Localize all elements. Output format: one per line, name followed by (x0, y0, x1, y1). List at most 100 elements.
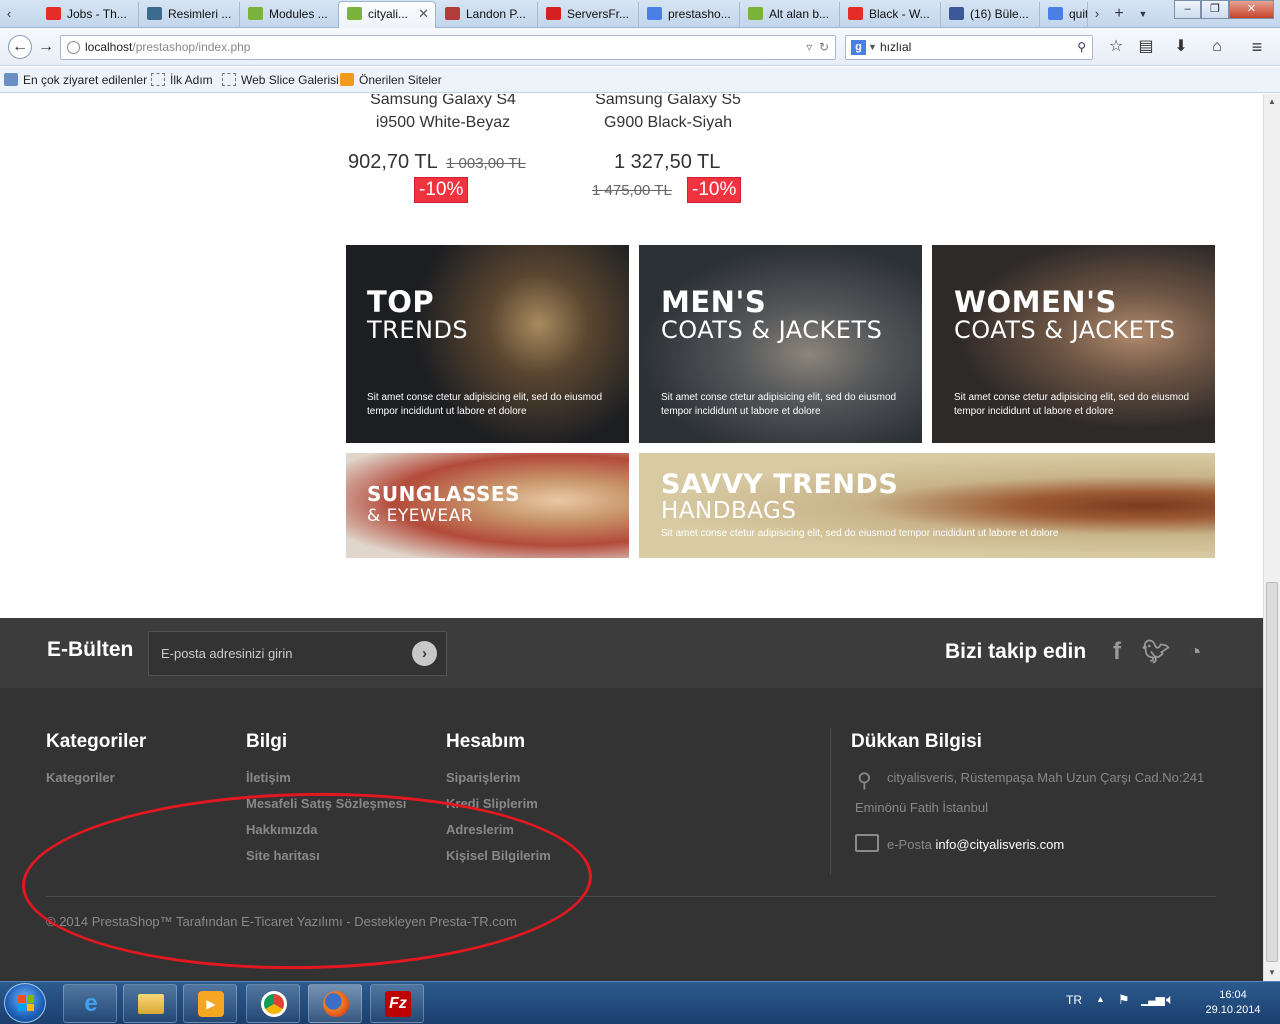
store-email-line: e-Posta info@cityalisveris.com (887, 837, 1064, 852)
product-name-line: i9500 White-Beyaz (375, 114, 511, 131)
product-price: 902,70 TL (348, 151, 438, 173)
banner-title: WOMEN'S (954, 285, 1117, 319)
scroll-up-icon[interactable]: ▲ (1264, 94, 1280, 110)
bookmark-item[interactable]: Önerilen Siteler (340, 73, 442, 87)
banner-savvy-trends[interactable]: SAVVY TRENDS HANDBAGS Sit amet conse cte… (639, 453, 1215, 558)
tab[interactable]: Black - W... (840, 2, 941, 28)
newsletter-email-input[interactable]: E-posta adresinizi girin › (148, 631, 447, 676)
home-icon[interactable]: ⌂ (1206, 37, 1228, 57)
search-bar[interactable]: g ▼ hızlıal ⚲ (845, 35, 1093, 60)
tab[interactable]: Resimleri ... (139, 2, 240, 28)
follow-us-title: Bizi takip edin (945, 640, 1087, 663)
store-address-line: Eminönü Fatih İstanbul (855, 800, 988, 815)
bookmark-item[interactable]: Web Slice Galerisi (222, 73, 339, 87)
firefox-glyph (323, 991, 349, 1017)
product-price: 1 327,50 TL (614, 151, 721, 173)
banner-mens-coats[interactable]: MEN'S COATS & JACKETS Sit amet conse cte… (639, 245, 922, 443)
new-tab-icon[interactable]: + (1110, 4, 1128, 24)
chrome-icon[interactable] (246, 984, 300, 1023)
close-window-icon[interactable]: ✕ (1228, 0, 1274, 19)
bookmarks-menu-icon[interactable]: ▤ (1135, 37, 1157, 57)
footer-categories-title: Kategoriler (46, 731, 147, 752)
network-signal-icon[interactable]: ▁▃▅ (1141, 992, 1165, 1006)
youtube-icon (848, 7, 863, 20)
scrollbar-thumb[interactable] (1266, 582, 1278, 962)
chevron-down-icon[interactable]: ▼ (868, 36, 877, 59)
action-center-flag-icon[interactable]: ⚑ (1118, 992, 1130, 1008)
tab-scroll-left-icon[interactable]: ‹ (0, 4, 18, 24)
banner-description-line: tempor incididunt ut labore et dolore (367, 406, 527, 417)
footer-link[interactable]: Kategoriler (46, 770, 115, 785)
bookmark-item[interactable]: İlk Adım (151, 73, 213, 87)
tab[interactable]: (16) Büle... (941, 2, 1040, 28)
close-tab-icon[interactable]: ✕ (418, 2, 429, 26)
twitter-icon[interactable]: 🐦︎ (1142, 638, 1170, 666)
envelope-icon (855, 834, 879, 852)
prestashop-icon (748, 7, 763, 20)
google-icon (1048, 7, 1063, 20)
tab[interactable]: ServersFr... (538, 2, 639, 28)
product-name[interactable]: Samsung Galaxy S4 i9500 White-Beyaz (343, 94, 543, 134)
submit-arrow-icon[interactable]: › (412, 641, 437, 666)
firefox-icon[interactable] (308, 984, 362, 1023)
prestashop-icon (347, 7, 362, 20)
footer-link[interactable]: Siparişlerim (446, 770, 520, 785)
facebook-icon[interactable]: f (1104, 638, 1130, 666)
tab[interactable]: Modules ... (240, 2, 340, 28)
bookmark-star-icon[interactable]: ☆ (1105, 37, 1127, 57)
chrome-glyph (261, 991, 287, 1017)
language-indicator[interactable]: TR (1066, 993, 1082, 1007)
media-player-icon[interactable]: ▶ (183, 984, 237, 1023)
forward-icon[interactable]: → (36, 37, 56, 57)
bookmark-item[interactable]: En çok ziyaret edilenler (4, 73, 147, 87)
internet-explorer-icon[interactable]: e (63, 984, 117, 1023)
window-controls: – ❐ ✕ (1174, 0, 1274, 19)
url-dropdown-reload-icon[interactable]: ▿ ↻ (806, 36, 829, 59)
banner-sunglasses[interactable]: SUNGLASSES & EYEWEAR (346, 453, 629, 558)
banner-description: Sit amet conse ctetur adipisicing elit, … (367, 391, 602, 419)
google-search-engine-icon[interactable]: g (851, 40, 866, 55)
facebook-icon (949, 7, 964, 20)
search-icon[interactable]: ⚲ (1077, 36, 1086, 59)
footer-divider (830, 728, 831, 874)
tab-label: (16) Büle... (970, 7, 1029, 21)
map-pin-icon: ⚲ (857, 770, 872, 792)
banner-subtitle: TRENDS (367, 316, 469, 344)
image-host-icon (147, 7, 162, 20)
tab[interactable]: Jobs - Th... (38, 2, 139, 28)
tray-expand-icon[interactable]: ▲ (1096, 994, 1105, 1004)
back-icon[interactable]: ← (8, 35, 32, 59)
store-email-link[interactable]: info@cityalisveris.com (935, 837, 1064, 852)
scroll-down-icon[interactable]: ▼ (1264, 965, 1280, 981)
menu-icon[interactable]: ≡ (1246, 37, 1268, 57)
discount-badge: -10% (687, 177, 742, 203)
filezilla-icon[interactable]: Fz (370, 984, 424, 1023)
tab-label: Modules ... (269, 7, 328, 21)
start-button[interactable] (4, 983, 46, 1023)
vertical-scrollbar[interactable]: ▲ ▼ (1263, 94, 1280, 981)
tab-scroll-right-icon[interactable]: › (1088, 4, 1106, 24)
downloads-icon[interactable]: ⬇ (1170, 37, 1192, 57)
volume-icon[interactable]: 🔈︎ (1166, 991, 1174, 1008)
file-explorer-icon[interactable] (123, 984, 177, 1023)
tab[interactable]: prestasho... (639, 2, 740, 28)
tab[interactable]: Landon P... (437, 2, 538, 28)
banner-womens-coats[interactable]: WOMEN'S COATS & JACKETS Sit amet conse c… (932, 245, 1215, 443)
footer-link[interactable]: İletişim (246, 770, 291, 785)
tab-list-icon[interactable]: ▼ (1134, 4, 1152, 24)
search-input[interactable]: hızlıal (880, 40, 911, 54)
rss-icon[interactable]: ◔ (1182, 638, 1208, 666)
tab-active[interactable]: cityali... ✕ (338, 1, 436, 29)
tab-label: Landon P... (466, 7, 526, 21)
google-icon (647, 7, 662, 20)
tab[interactable]: Alt alan b... (740, 2, 840, 28)
clock[interactable]: 16:04 29.10.2014 (1200, 988, 1266, 1018)
windows-logo-icon (18, 995, 34, 1011)
folder-glyph (138, 994, 164, 1014)
product-name[interactable]: Samsung Galaxy S5 G900 Black-Siyah (568, 94, 768, 134)
url-bar[interactable]: localhost/prestashop/index.php ▿ ↻ (60, 35, 836, 60)
maximize-icon[interactable]: ❐ (1201, 0, 1229, 19)
tab[interactable]: quit (1040, 2, 1088, 28)
banner-top-trends[interactable]: TOP TRENDS Sit amet conse ctetur adipisi… (346, 245, 629, 443)
minimize-icon[interactable]: – (1174, 0, 1202, 19)
